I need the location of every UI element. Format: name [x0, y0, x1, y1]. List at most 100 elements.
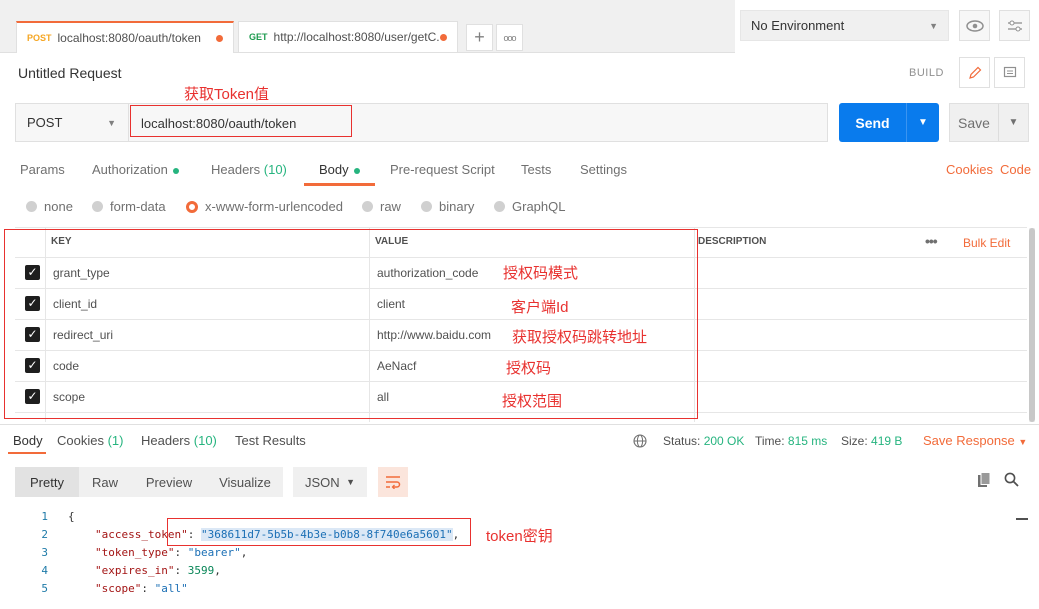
- tab-label: Headers: [141, 433, 191, 448]
- radio-icon: [362, 201, 373, 212]
- response-tab-body[interactable]: Body: [13, 433, 43, 448]
- unsaved-dot-icon: [216, 34, 223, 42]
- caret-down-icon[interactable]: ▼: [999, 117, 1028, 128]
- tab-tests[interactable]: Tests: [521, 162, 551, 177]
- token-highlight-box: [167, 518, 471, 546]
- caret-down-icon: ▼: [346, 477, 355, 487]
- build-label: BUILD: [909, 67, 944, 79]
- active-tab-underline: [8, 452, 46, 454]
- view-mode-visualize[interactable]: Visualize: [207, 467, 283, 497]
- request-tab-getuser[interactable]: GET http://localhost:8080/user/getC...: [238, 21, 458, 52]
- scope-annotation: 授权范围: [502, 393, 563, 410]
- headers-count: (10): [193, 433, 217, 448]
- tab-label: Headers: [211, 162, 261, 177]
- more-tabs-button[interactable]: ooo: [496, 24, 523, 51]
- globe-icon[interactable]: [633, 434, 647, 451]
- wrap-lines-button[interactable]: [378, 467, 408, 497]
- caret-down-icon[interactable]: ▼: [907, 117, 939, 128]
- json-punct: ,: [240, 546, 248, 559]
- column-header-description: DESCRIPTION: [698, 236, 767, 247]
- json-value: 3599: [187, 564, 215, 577]
- radio-icon: [494, 201, 505, 212]
- environment-label: No Environment: [751, 18, 845, 33]
- tab-method: POST: [27, 33, 52, 43]
- format-select[interactable]: JSON ▼: [293, 467, 367, 497]
- radio-label: binary: [439, 199, 475, 214]
- line-number: 3: [41, 546, 48, 559]
- cookies-count: (1): [107, 433, 124, 448]
- body-type-raw[interactable]: raw: [362, 199, 401, 214]
- table-options-icon[interactable]: •••: [925, 233, 938, 249]
- line-number: 2: [41, 528, 48, 541]
- time-value: 815 ms: [787, 434, 828, 448]
- params-highlight-box: [4, 229, 698, 419]
- url-annotation: 获取Token值: [184, 86, 270, 103]
- body-type-binary[interactable]: binary: [421, 199, 474, 214]
- section-divider: [0, 424, 1039, 425]
- save-button[interactable]: Save ▼: [949, 103, 1029, 142]
- caret-down-icon: ▼: [1018, 437, 1028, 447]
- minimap-marker: [1016, 518, 1028, 520]
- save-label: Save: [958, 114, 990, 131]
- tab-label: Authorization: [92, 162, 168, 177]
- response-status: Status: 200 OK: [663, 434, 744, 448]
- save-response-label: Save Response: [923, 433, 1015, 448]
- view-mode-raw[interactable]: Raw: [79, 467, 131, 497]
- radio-selected-icon: [186, 200, 198, 213]
- copy-icon[interactable]: [977, 472, 991, 491]
- body-type-graphql[interactable]: GraphQL: [494, 199, 565, 214]
- response-tab-headers[interactable]: Headers (10): [141, 433, 217, 448]
- new-tab-button[interactable]: +: [466, 24, 493, 51]
- body-type-form-data[interactable]: form-data: [92, 199, 166, 214]
- code-annotation: 授权码: [506, 360, 552, 377]
- tab-headers[interactable]: Headers (10): [211, 162, 287, 177]
- body-type-urlencoded[interactable]: x-www-form-urlencoded: [186, 199, 343, 214]
- view-mode-pretty[interactable]: Pretty: [15, 467, 79, 497]
- search-icon[interactable]: [1004, 472, 1019, 490]
- save-response-button[interactable]: Save Response ▼: [923, 433, 1027, 448]
- tab-body[interactable]: Body: [319, 162, 360, 177]
- time-label: Time:: [755, 434, 785, 448]
- edit-button[interactable]: [959, 57, 990, 88]
- tab-params[interactable]: Params: [20, 162, 65, 177]
- request-tab-token[interactable]: POST localhost:8080/oauth/token: [16, 21, 234, 53]
- json-value: "bearer": [187, 546, 241, 559]
- code-line: "scope": "all": [95, 582, 188, 595]
- active-tab-underline: [304, 183, 375, 186]
- manage-environments-button[interactable]: [999, 10, 1030, 41]
- headers-count: (10): [263, 162, 287, 177]
- cookies-link[interactable]: Cookies: [946, 162, 993, 177]
- pencil-icon: [968, 66, 981, 79]
- radio-label: x-www-form-urlencoded: [205, 199, 343, 214]
- code-line: {: [68, 510, 75, 523]
- response-tab-test-results[interactable]: Test Results: [235, 433, 306, 448]
- environment-quick-look-button[interactable]: [959, 10, 990, 41]
- radio-label: form-data: [110, 199, 166, 214]
- view-mode-preview[interactable]: Preview: [131, 467, 207, 497]
- json-value: "all": [154, 582, 188, 595]
- tab-prerequest-script[interactable]: Pre-request Script: [390, 162, 495, 177]
- body-type-none[interactable]: none: [26, 199, 73, 214]
- environment-select[interactable]: No Environment ▼: [740, 10, 949, 41]
- json-key: "expires_in": [95, 564, 175, 577]
- comments-button[interactable]: [994, 57, 1025, 88]
- status-value: 200 OK: [703, 434, 745, 448]
- send-button[interactable]: Send ▼: [839, 103, 939, 142]
- ellipsis-icon: ooo: [503, 32, 516, 43]
- tab-authorization[interactable]: Authorization: [92, 162, 179, 177]
- method-select[interactable]: POST ▼: [15, 103, 128, 142]
- grant-type-annotation: 授权码模式: [503, 265, 579, 282]
- response-size: Size: 419 B: [841, 434, 902, 448]
- size-label: Size:: [841, 434, 868, 448]
- request-title[interactable]: Untitled Request: [18, 65, 122, 81]
- tab-title: localhost:8080/oauth/token: [57, 31, 201, 45]
- bulk-edit-link[interactable]: Bulk Edit: [963, 236, 1010, 250]
- code-link[interactable]: Code: [1000, 162, 1031, 177]
- divider: [128, 104, 129, 141]
- tab-settings[interactable]: Settings: [580, 162, 627, 177]
- comment-icon: [1003, 66, 1016, 77]
- size-value: 419 B: [871, 434, 903, 448]
- response-tab-cookies[interactable]: Cookies (1): [57, 433, 123, 448]
- scrollbar-thumb[interactable]: [1029, 228, 1035, 422]
- unsaved-dot-icon: [440, 33, 447, 41]
